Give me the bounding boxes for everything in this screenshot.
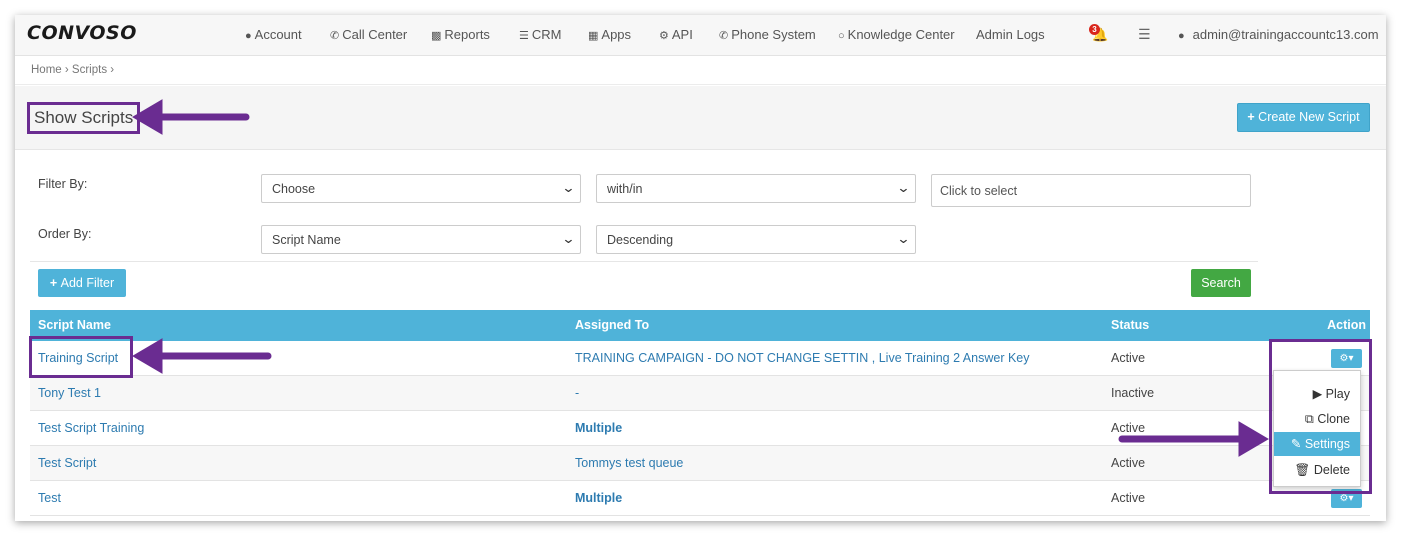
status-text: Active bbox=[1111, 456, 1146, 470]
create-new-script-button[interactable]: + Create New Script bbox=[1237, 103, 1370, 132]
annotation-highlight-row bbox=[29, 336, 133, 378]
status-text: Active bbox=[1111, 491, 1146, 505]
chevron-down-icon: ⌄ bbox=[561, 231, 576, 246]
assigned-to-link[interactable]: Multiple bbox=[575, 491, 622, 505]
breadcrumb-home[interactable]: Home bbox=[31, 64, 62, 76]
page-header: Show Scripts + Create New Script bbox=[15, 86, 1386, 150]
script-name-link[interactable]: Test bbox=[38, 491, 61, 505]
column-status[interactable]: Status bbox=[1111, 318, 1149, 332]
database-icon[interactable]: ☰ bbox=[1138, 26, 1151, 43]
nav-account[interactable]: ● Account bbox=[245, 27, 302, 42]
nav-apps[interactable]: ▦ Apps bbox=[588, 27, 631, 42]
nav-api[interactable]: ⚙ API bbox=[659, 27, 693, 42]
convoso-logo[interactable]: CONVOSO bbox=[27, 22, 137, 44]
nav-call-center[interactable]: ✆ Call Center bbox=[330, 27, 407, 42]
status-text: Inactive bbox=[1111, 386, 1155, 400]
user-icon: ● bbox=[1178, 30, 1185, 42]
app-window: CONVOSO ● Account ✆ Call Center ▩ Reports ☰… bbox=[15, 15, 1386, 521]
search-button[interactable]: Search bbox=[1191, 269, 1251, 297]
assigned-to-link[interactable]: Tommys test queue bbox=[575, 456, 683, 470]
page-title: Show Scripts bbox=[27, 102, 141, 134]
filter-operator-select[interactable]: with/in ⌄ bbox=[596, 174, 916, 203]
annotation-highlight-action bbox=[1269, 339, 1372, 494]
user-menu[interactable]: ● admin@trainingaccountc13.com bbox=[1178, 27, 1379, 42]
chevron-right-icon: › bbox=[64, 64, 72, 76]
nav-phone-system[interactable]: ✆ Phone System bbox=[719, 27, 816, 42]
status-text: Active bbox=[1111, 351, 1146, 365]
nav-crm[interactable]: ☰ CRM bbox=[519, 27, 561, 42]
notification-badge: 3 bbox=[1089, 24, 1100, 35]
column-action: Action bbox=[1327, 318, 1366, 332]
table-row: Test Multiple Active ⚙▾ bbox=[30, 481, 1370, 516]
nav-reports[interactable]: ▩ Reports bbox=[431, 27, 490, 42]
order-by-label: Order By: bbox=[38, 227, 92, 241]
column-script-name[interactable]: Script Name bbox=[38, 318, 111, 332]
gear-icon: ⚙ bbox=[659, 30, 669, 42]
plus-icon: + bbox=[49, 276, 61, 290]
script-name-link[interactable]: Test Script Training bbox=[38, 421, 144, 435]
breadcrumb-scripts[interactable]: Scripts bbox=[72, 64, 107, 76]
assigned-to-link[interactable]: - bbox=[575, 386, 579, 400]
chevron-right-icon: › bbox=[110, 64, 115, 76]
column-assigned-to[interactable]: Assigned To bbox=[575, 318, 649, 332]
breadcrumb: Home › Scripts › bbox=[15, 57, 1386, 85]
order-direction-select[interactable]: Descending ⌄ bbox=[596, 225, 916, 254]
phone-icon: ✆ bbox=[719, 30, 729, 42]
status-text: Active bbox=[1111, 421, 1146, 435]
gear-icon: ⚙▾ bbox=[1339, 493, 1354, 504]
lightbulb-icon: ○ bbox=[838, 30, 845, 42]
chevron-down-icon: ⌄ bbox=[561, 180, 576, 195]
chevron-down-icon: ⌄ bbox=[896, 180, 911, 195]
table-row: Tony Test 1 - Inactive bbox=[30, 376, 1370, 411]
plus-icon: + bbox=[1247, 110, 1259, 124]
add-filter-button[interactable]: + Add Filter bbox=[38, 269, 126, 297]
assigned-to-link[interactable]: Multiple bbox=[575, 421, 622, 435]
top-nav-bar: CONVOSO ● Account ✆ Call Center ▩ Reports ☰… bbox=[15, 15, 1386, 56]
script-name-link[interactable]: Tony Test 1 bbox=[38, 386, 101, 400]
chevron-down-icon: ⌄ bbox=[896, 231, 911, 246]
phone-icon: ✆ bbox=[330, 30, 340, 42]
filter-by-label: Filter By: bbox=[38, 177, 88, 191]
table-row: Test Script Tommys test queue Active bbox=[30, 446, 1370, 481]
notifications-button[interactable]: 🔔 3 bbox=[1089, 24, 1108, 43]
filter-field-select[interactable]: Choose ⌄ bbox=[261, 174, 581, 203]
list-icon: ☰ bbox=[519, 30, 529, 42]
script-name-link[interactable]: Test Script bbox=[38, 456, 96, 470]
filter-value-input[interactable]: Click to select bbox=[931, 174, 1251, 207]
grid-icon: ▦ bbox=[588, 30, 599, 42]
user-icon: ● bbox=[245, 30, 252, 42]
table-row: Test Script Training Multiple Active bbox=[30, 411, 1370, 446]
table-row: Training Script TRAINING CAMPAIGN - DO N… bbox=[30, 341, 1370, 376]
nav-knowledge-center[interactable]: ○ Knowledge Center bbox=[838, 27, 955, 42]
order-field-select[interactable]: Script Name ⌄ bbox=[261, 225, 581, 254]
table-header: Script Name Assigned To Status Action bbox=[30, 310, 1370, 341]
filter-divider bbox=[30, 261, 1258, 262]
nav-admin-logs[interactable]: Admin Logs bbox=[976, 27, 1045, 42]
assigned-to-link[interactable]: TRAINING CAMPAIGN - DO NOT CHANGE SETTIN… bbox=[575, 351, 1030, 365]
bar-chart-icon: ▩ bbox=[431, 30, 442, 42]
